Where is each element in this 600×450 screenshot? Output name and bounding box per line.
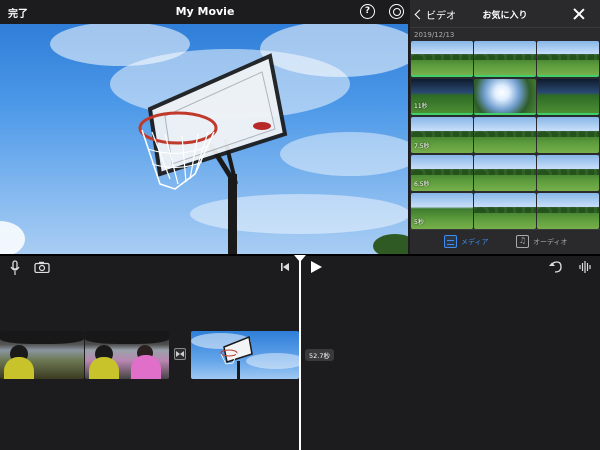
clip-thumbnail[interactable] (474, 155, 536, 191)
clip-row: 7.5秒 (411, 117, 599, 153)
clip-thumbnail[interactable] (411, 41, 473, 77)
browser-tab-bar: メディア ♫ オーディオ (410, 229, 600, 254)
date-label: 2019/12/13 (414, 31, 455, 39)
tab-media-label: メディア (461, 237, 489, 246)
trees-decoration (537, 130, 599, 138)
play-icon[interactable] (310, 260, 323, 274)
clip-thumbnail[interactable] (474, 79, 536, 115)
timeline-clip-hoop[interactable] (191, 331, 299, 379)
clip-thumbnail[interactable]: 7.5秒 (411, 117, 473, 153)
media-icon (444, 235, 457, 248)
tab-audio-label: オーディオ (533, 237, 568, 246)
trees-decoration (474, 168, 536, 176)
trees-decoration (474, 206, 536, 214)
playhead[interactable] (294, 255, 306, 450)
clip-thumbnail[interactable] (537, 79, 599, 115)
clip-row: 6.5秒 (411, 155, 599, 191)
music-note-icon: ♫ (516, 235, 529, 248)
clip-thumbnail[interactable]: 11秒 (411, 79, 473, 115)
clip-thumbnail[interactable] (474, 193, 536, 229)
help-icon[interactable]: ? (360, 4, 375, 19)
clip-thumbnail[interactable]: 5秒 (411, 193, 473, 229)
tab-media[interactable]: メディア (444, 235, 489, 248)
clip-thumbnail[interactable]: 6.5秒 (411, 155, 473, 191)
top-bar: 完了 My Movie ? (0, 0, 410, 24)
audio-waveform-icon[interactable] (578, 260, 592, 274)
media-browser: ビデオ お気に入り 2019/12/13 11秒 7.5秒 6.5秒 5秒 メデ… (410, 0, 600, 254)
clip-thumbnail[interactable] (537, 155, 599, 191)
clip-row: 5秒 (411, 193, 599, 229)
total-duration-badge: 52.7秒 (305, 349, 334, 361)
person-decoration (89, 357, 119, 379)
clip-duration: 7.5秒 (414, 143, 430, 150)
clip-thumbnail[interactable] (474, 117, 536, 153)
undo-icon[interactable] (549, 260, 563, 274)
person-decoration (131, 355, 161, 379)
browser-title: お気に入り (482, 11, 528, 21)
basketball-hoop-image (0, 24, 408, 254)
windshield-decoration (0, 331, 84, 344)
close-icon[interactable] (573, 8, 585, 20)
timeline-clip-car-2[interactable] (85, 331, 169, 379)
tab-audio[interactable]: ♫ オーディオ (516, 235, 568, 248)
trees-decoration (537, 206, 599, 214)
windshield-decoration (85, 331, 169, 344)
video-viewer[interactable] (0, 24, 408, 254)
project-title: My Movie (175, 5, 235, 18)
clip-row (411, 41, 599, 77)
imovie-app: 完了 My Movie ? ビデオ お気に入り 2019/12/13 11秒 7… (0, 0, 600, 450)
browser-header: ビデオ お気に入り (410, 0, 600, 28)
person-decoration (4, 357, 34, 379)
clip-duration: 6.5秒 (414, 181, 430, 188)
clip-thumbnail[interactable] (537, 117, 599, 153)
trees-decoration (537, 168, 599, 176)
transition-icon[interactable] (174, 348, 186, 360)
timeline-clip-car-1[interactable] (0, 331, 84, 379)
trees-decoration (537, 53, 599, 61)
clip-grid: 11秒 7.5秒 6.5秒 5秒 (411, 41, 599, 231)
clip-duration: 5秒 (414, 219, 424, 226)
trees-decoration (411, 168, 473, 176)
microphone-icon[interactable] (9, 260, 21, 276)
hoop-thumbnail-image (191, 333, 299, 379)
clip-duration: 11秒 (414, 103, 428, 110)
trees-decoration (474, 130, 536, 138)
camera-icon[interactable] (34, 261, 50, 273)
settings-icon[interactable] (389, 4, 404, 19)
trees-decoration (411, 130, 473, 138)
skip-to-start-icon[interactable] (280, 262, 290, 272)
clip-row: 11秒 (411, 79, 599, 115)
clip-thumbnail[interactable] (537, 41, 599, 77)
clip-thumbnail[interactable] (474, 41, 536, 77)
timeline[interactable]: 52.7秒 (0, 255, 600, 450)
clip-thumbnail[interactable] (537, 193, 599, 229)
trees-decoration (411, 53, 473, 61)
trees-decoration (474, 53, 536, 61)
